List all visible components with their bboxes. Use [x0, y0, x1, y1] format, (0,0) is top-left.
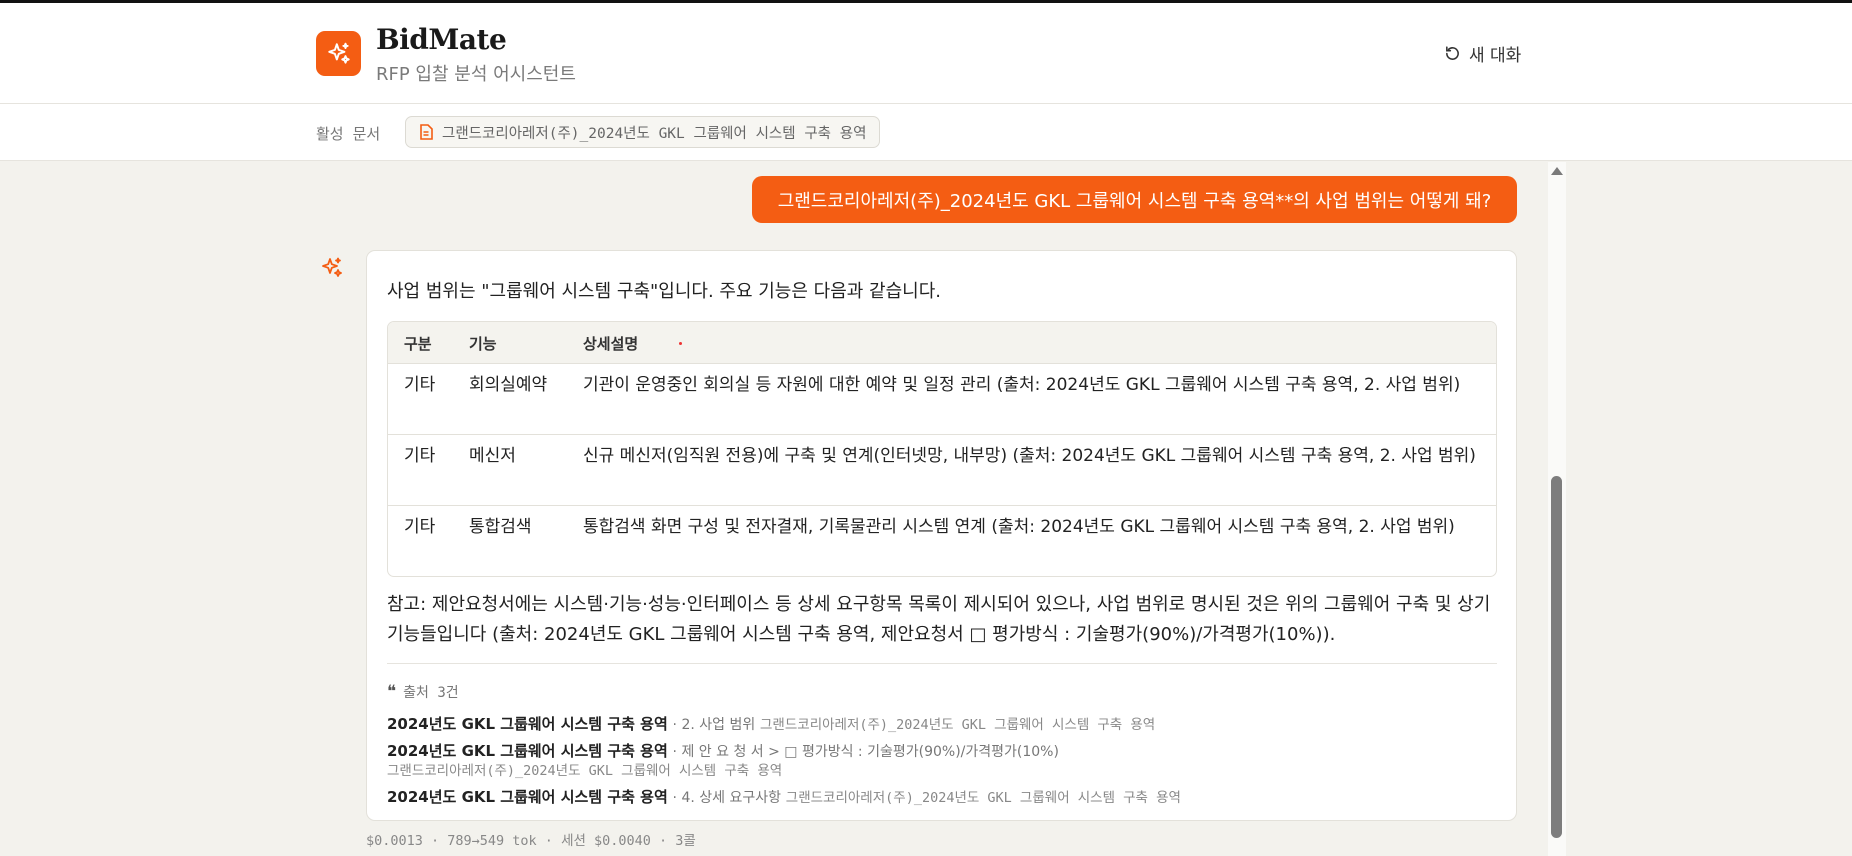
source-section: · 4. 상세 요구사항 [672, 790, 781, 806]
sources-header[interactable]: ❝ 출처 3건 [387, 682, 459, 702]
assistant-intro-text: 사업 범위는 "그룹웨어 시스템 구축"입니다. 주요 기능은 다음과 같습니다… [387, 281, 942, 302]
table-cell-category: 기타 [404, 375, 436, 395]
assistant-avatar [320, 256, 344, 284]
source-title: 2024년도 GKL 그룹웨어 시스템 구축 용역 [387, 742, 668, 760]
app-header: BidMate RFP 입찰 분석 어시스턴트 새 대화 [0, 3, 1852, 104]
table-cell-detail: 기관이 운영중인 회의실 등 자원에 대한 예약 및 일정 관리 (출처: 20… [583, 375, 1461, 395]
document-icon [420, 124, 433, 140]
app-title: BidMate [376, 23, 507, 56]
source-document: 그랜드코리아레저(주)_2024년도 GKL 그룹웨어 시스템 구축 용역 [785, 790, 1181, 806]
assistant-message-card: 사업 범위는 "그룹웨어 시스템 구축"입니다. 주요 기능은 다음과 같습니다… [366, 250, 1517, 821]
sparkles-icon [327, 42, 350, 64]
table-row: 기타 메신저 신규 메신저(임직원 전용)에 구축 및 연계(인터넷망, 내부망… [388, 435, 1496, 506]
table-header-row: 구분 기능 상세설명 [388, 322, 1496, 364]
app-subtitle: RFP 입찰 분석 어시스턴트 [376, 64, 576, 85]
source-item[interactable]: 2024년도 GKL 그룹웨어 시스템 구축 용역 · 2. 사업 범위 그랜드… [387, 713, 1155, 734]
active-document-name: 그랜드코리아레저(주)_2024년도 GKL 그룹웨어 시스템 구축 용역 [442, 125, 867, 142]
source-document: 그랜드코리아레저(주)_2024년도 GKL 그룹웨어 시스템 구축 용역 [760, 717, 1156, 733]
user-message-bubble: 그랜드코리아레저(주)_2024년도 GKL 그룹웨어 시스템 구축 용역**의… [752, 176, 1517, 223]
refresh-icon [1446, 46, 1459, 60]
source-section: · 2. 사업 범위 [672, 717, 756, 733]
active-document-bar: 활성 문서 그랜드코리아레저(주)_2024년도 GKL 그룹웨어 시스템 구축… [0, 104, 1852, 161]
app-logo [316, 31, 361, 76]
source-section: · 제 안 요 청 서 > □ 평가방식 : 기술평가(90%)/가격평가(10… [672, 744, 1059, 760]
table-cell-function: 통합검색 [469, 517, 532, 537]
table-cell-detail: 신규 메신저(임직원 전용)에 구축 및 연계(인터넷망, 내부망) (출처: … [583, 446, 1476, 466]
source-item[interactable]: 2024년도 GKL 그룹웨어 시스템 구축 용역 · 4. 상세 요구사항 그… [387, 786, 1181, 807]
assistant-note-text: 참고: 제안요청서에는 시스템·기능·성능·인터페이스 등 상세 요구항목 목록… [387, 594, 1491, 645]
table-cell-category: 기타 [404, 446, 436, 466]
sources-divider [387, 663, 1497, 664]
sparkles-icon [322, 257, 342, 277]
table-cell-detail: 통합검색 화면 구성 및 전자결재, 기록물관리 시스템 연계 (출처: 202… [583, 517, 1455, 537]
table-cell-function: 회의실예약 [469, 375, 548, 395]
table-cell-category: 기타 [404, 517, 436, 537]
table-header-category: 구분 [404, 335, 432, 353]
table-cell-function: 메신저 [469, 446, 516, 466]
active-document-chip[interactable]: 그랜드코리아레저(주)_2024년도 GKL 그룹웨어 시스템 구축 용역 [405, 116, 881, 148]
sources-count-label: 출처 3건 [403, 685, 459, 701]
user-message-text: 그랜드코리아레저(주)_2024년도 GKL 그룹웨어 시스템 구축 용역**의… [777, 190, 1492, 212]
new-chat-button[interactable]: 새 대화 [1444, 41, 1521, 66]
source-title: 2024년도 GKL 그룹웨어 시스템 구축 용역 [387, 788, 668, 806]
table-row: 기타 회의실예약 기관이 운영중인 회의실 등 자원에 대한 예약 및 일정 관… [388, 364, 1496, 435]
quote-icon: ❝ [387, 682, 397, 702]
scroll-up-arrow-icon[interactable] [1551, 167, 1563, 175]
scrollbar-thumb[interactable] [1551, 476, 1562, 838]
active-document-label: 활성 문서 [316, 125, 381, 143]
scope-table: 구분 기능 상세설명 기타 회의실예약 기관이 운영중인 회의실 등 자원에 대… [387, 321, 1497, 577]
new-chat-label: 새 대화 [1469, 46, 1522, 66]
red-dot-marker [679, 342, 682, 345]
source-title: 2024년도 GKL 그룹웨어 시스템 구축 용역 [387, 715, 668, 733]
usage-meta: $0.0013 · 789→549 tok · 세션 $0.0040 · 3콜 [366, 833, 696, 849]
source-document[interactable]: 그랜드코리아레저(주)_2024년도 GKL 그룹웨어 시스템 구축 용역 [387, 759, 782, 779]
table-row: 기타 통합검색 통합검색 화면 구성 및 전자결재, 기록물관리 시스템 연계 … [388, 506, 1496, 576]
table-header-detail: 상세설명 [583, 335, 639, 353]
source-item[interactable]: 2024년도 GKL 그룹웨어 시스템 구축 용역 · 제 안 요 청 서 > … [387, 740, 1059, 761]
table-header-function: 기능 [469, 335, 497, 353]
